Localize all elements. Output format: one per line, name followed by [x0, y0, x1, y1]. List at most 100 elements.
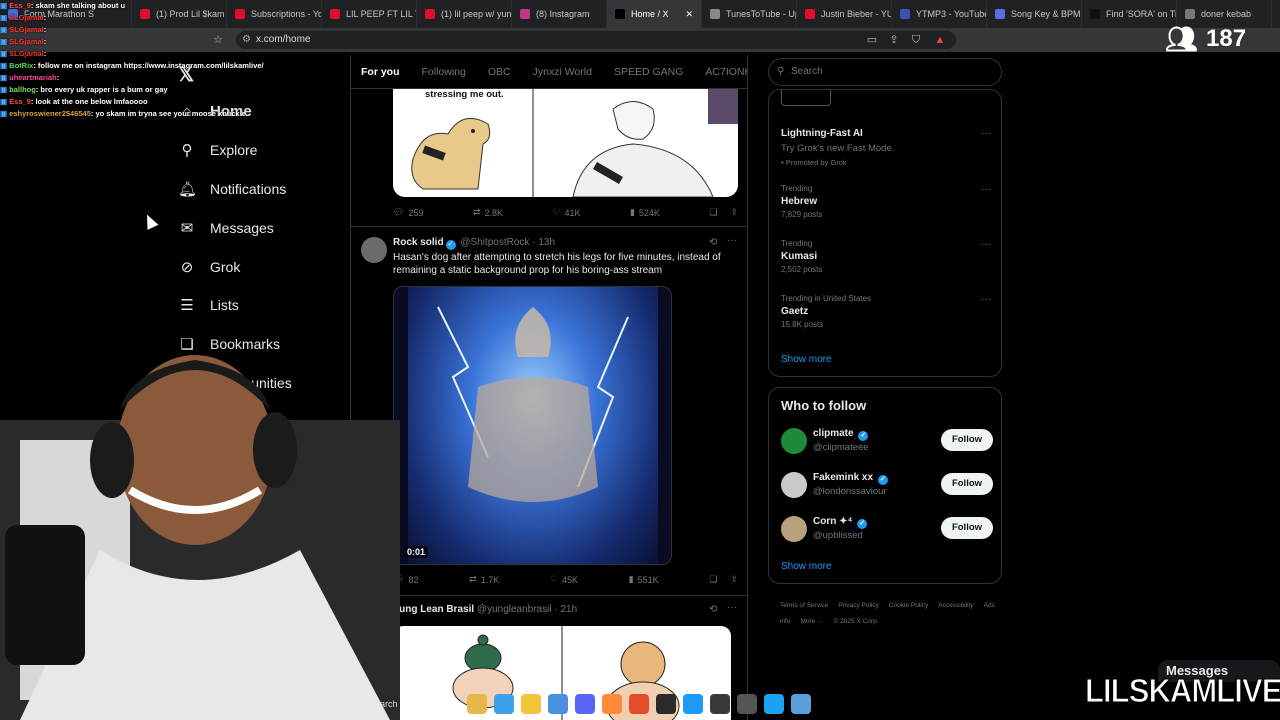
follow-button[interactable]: Follow: [941, 429, 993, 451]
repost-button[interactable]: ⇄ 2.8K: [473, 207, 503, 218]
browser-tab[interactable]: (8) Instagram: [512, 0, 607, 28]
tab-favicon-icon: [710, 9, 720, 19]
trends-show-more[interactable]: Show more: [781, 354, 832, 365]
chat-text: : follow me on instagram https://www.ins…: [33, 61, 264, 70]
taskbar-app-icon[interactable]: [521, 694, 541, 714]
like-button[interactable]: ♡ 41K: [552, 207, 580, 218]
browser-tab[interactable]: LIL PEEP FT LIL TR: [322, 0, 417, 28]
reply-button[interactable]: 💬︎ 259: [393, 207, 423, 218]
browser-tab[interactable]: Home / X ✕: [607, 0, 702, 28]
post-3-handle[interactable]: @yungleanbrasil: [477, 604, 552, 615]
more-options-icon[interactable]: ···: [981, 184, 991, 195]
share-icon[interactable]: ⇪: [730, 207, 738, 218]
nav-item-notifications[interactable]: 🔔︎ Notifications: [178, 170, 348, 209]
taskbar-app-icon[interactable]: [656, 694, 676, 714]
timeline-tab[interactable]: SPEED GANG: [614, 66, 683, 78]
follow-name[interactable]: Fakemink xx: [813, 472, 873, 483]
chat-message: ▣ Ess_9: skam she talking about u: [0, 0, 290, 12]
bookmark-icon[interactable]: ❏: [709, 574, 717, 585]
taskbar-app-icon[interactable]: [575, 694, 595, 714]
taskbar-app-icon[interactable]: [737, 694, 757, 714]
timeline-tab[interactable]: Following: [422, 66, 466, 78]
browser-tab[interactable]: Justin Bieber - YU: [797, 0, 892, 28]
views-button[interactable]: ▮ 551K: [629, 574, 659, 585]
more-options-icon[interactable]: ···: [981, 294, 991, 305]
timeline-tab[interactable]: OBC: [488, 66, 511, 78]
taskbar-app-icon[interactable]: [467, 694, 487, 714]
taskbar-app-icon[interactable]: [629, 694, 649, 714]
taskbar-app-icon[interactable]: [764, 694, 784, 714]
footer-link[interactable]: Terms of Service: [780, 602, 828, 609]
timeline-tab[interactable]: AC7IONHOU: [705, 66, 747, 78]
taskbar-app-icon[interactable]: [602, 694, 622, 714]
follow-suggestion[interactable]: Fakemink xx ✓ @londonssaviour Follow: [781, 472, 993, 502]
follow-button[interactable]: Follow: [941, 473, 993, 495]
nav-item-grok[interactable]: ⊘ Grok: [178, 247, 348, 286]
follow-suggestion[interactable]: clipmate ✓ @clipmateee Follow: [781, 428, 993, 458]
cast-icon[interactable]: ▭: [866, 34, 878, 46]
tab-label: doner kebab: [1201, 9, 1252, 19]
browser-tab[interactable]: TunesToTube - Up: [702, 0, 797, 28]
footer-link[interactable]: Accessibility: [938, 602, 973, 609]
post-3-author[interactable]: Yung Lean Brasil: [393, 604, 474, 615]
chat-badge-icon: ▣: [0, 85, 10, 94]
taskbar-app-icon[interactable]: [791, 694, 811, 714]
close-tab-icon[interactable]: ✕: [685, 9, 693, 20]
follow-name[interactable]: Corn ✦⁴: [813, 516, 852, 527]
share-icon[interactable]: ⇪: [888, 34, 900, 46]
trend-item[interactable]: Trending in United States Gaetz 15.8K post…: [781, 294, 991, 329]
avatar[interactable]: [781, 472, 807, 498]
taskbar-search[interactable]: arch: [380, 699, 460, 709]
browser-tab[interactable]: (1) lil peep w/ yun: [417, 0, 512, 28]
grok-icon[interactable]: ⟲: [709, 604, 717, 615]
who-to-follow-panel: Who to follow clipmate ✓ @clipmateee Follo…: [768, 387, 1002, 584]
post-2-handle[interactable]: @ShitpostRock: [460, 237, 529, 248]
share-icon[interactable]: ⇪: [730, 574, 738, 585]
avatar[interactable]: [781, 516, 807, 542]
footer-link[interactable]: Privacy Policy: [838, 602, 878, 609]
chat-text: :: [43, 49, 47, 58]
post-1-image[interactable]: stressing me out.: [393, 89, 738, 197]
taskbar-app-icon[interactable]: [683, 694, 703, 714]
more-options-icon[interactable]: ···: [981, 128, 991, 139]
more-options-icon[interactable]: ···: [727, 235, 737, 246]
trend-item[interactable]: Trending Kumasi 2,502 posts ···: [781, 239, 991, 274]
timeline-tab[interactable]: Jynxzi World: [533, 66, 592, 78]
browser-tab[interactable]: YTMP3 - YouTube: [892, 0, 987, 28]
footer-link[interactable]: © 2025 X Corp.: [834, 618, 879, 625]
footer-link[interactable]: Cookie Policy: [889, 602, 928, 609]
follow-show-more[interactable]: Show more: [781, 561, 832, 572]
nav-item-lists[interactable]: ☰ Lists: [178, 286, 348, 325]
rewards-icon[interactable]: ▲: [934, 34, 946, 46]
like-button[interactable]: ♡ 45K: [550, 574, 578, 585]
follow-button[interactable]: Follow: [941, 517, 993, 539]
taskbar-app-icon[interactable]: [710, 694, 730, 714]
post-2-avatar[interactable]: [361, 237, 387, 263]
post-2-video[interactable]: 0:01: [393, 286, 672, 565]
bookmark-icon[interactable]: ❏: [709, 207, 717, 218]
search-input[interactable]: ⚲ Search: [768, 58, 1002, 86]
timeline-tab[interactable]: For you: [361, 66, 400, 78]
follow-handle[interactable]: @upblissed: [813, 530, 863, 541]
follow-name[interactable]: clipmate: [813, 428, 854, 439]
repost-button[interactable]: ⇄ 1.7K: [469, 574, 499, 585]
follow-handle[interactable]: @londonssaviour: [813, 486, 887, 497]
avatar[interactable]: [781, 428, 807, 454]
taskbar-app-icon[interactable]: [494, 694, 514, 714]
taskbar-app-icon[interactable]: [548, 694, 568, 714]
browser-tab[interactable]: Song Key & BPM: [987, 0, 1082, 28]
follow-suggestion[interactable]: Corn ✦⁴ ✓ @upblissed Follow: [781, 516, 993, 546]
url-field[interactable]: ⚙ x.com/home: [236, 31, 956, 49]
grok-icon[interactable]: ⟲: [709, 237, 717, 248]
browser-tab[interactable]: Find 'SORA' on Tik: [1082, 0, 1177, 28]
nav-item-messages[interactable]: ✉ Messages: [178, 208, 348, 247]
follow-handle[interactable]: @clipmateee: [813, 442, 869, 453]
footer-link[interactable]: More ···: [800, 618, 823, 625]
brave-shield-icon[interactable]: ⛉: [910, 34, 922, 46]
post-2-author[interactable]: Rock solid: [393, 237, 444, 248]
trend-item[interactable]: Trending Hebrew 7,829 posts ···: [781, 184, 991, 219]
views-button[interactable]: ▮ 524K: [630, 207, 660, 218]
more-options-icon[interactable]: ···: [727, 602, 737, 613]
promoted-item[interactable]: Lightning-Fast AI Try Grok's new Fast Mo…: [781, 128, 991, 167]
more-options-icon[interactable]: ···: [981, 239, 991, 250]
